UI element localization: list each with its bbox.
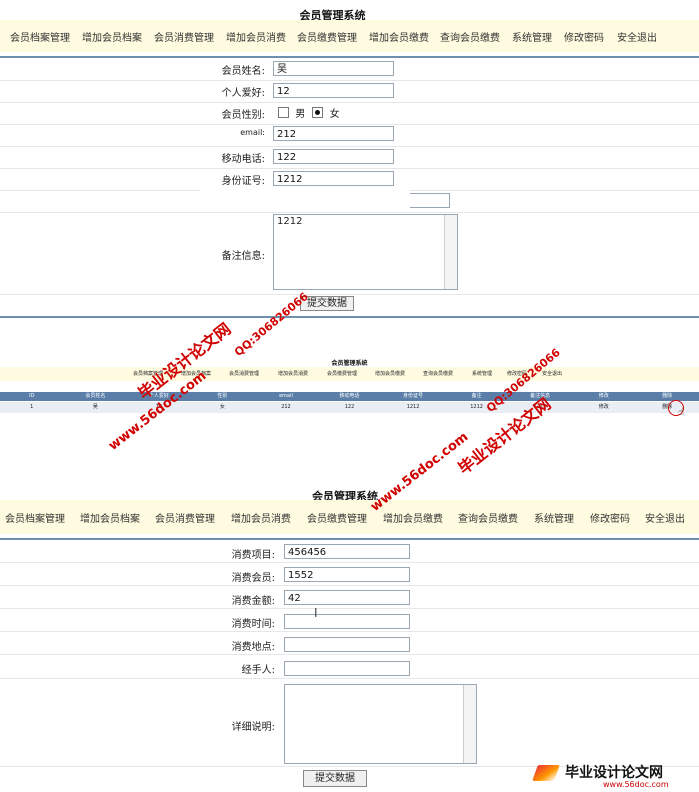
hobby-input[interactable]: 12 <box>273 83 394 98</box>
gender-options: 男 女 <box>278 105 340 120</box>
nav-item-consumption-mgmt[interactable]: 会员消费管理 <box>229 370 259 377</box>
list-page-title: 会员管理系统 <box>331 360 368 367</box>
handler-label: 经手人: <box>241 665 275 676</box>
cell-gender: 女 <box>219 404 225 410</box>
nav-item-consumption-mgmt[interactable]: 会员消费管理 <box>154 29 214 44</box>
remark-textarea[interactable]: 1212 <box>273 214 458 290</box>
nav-item-add-fee[interactable]: 增加会员缴费 <box>383 510 443 525</box>
nav-item-system[interactable]: 系统管理 <box>472 370 492 377</box>
location-input[interactable] <box>284 637 410 652</box>
cell-id: 1 <box>30 404 34 410</box>
hobby-label: 个人爱好: <box>221 88 265 99</box>
cell-id-card: 1212 <box>406 404 420 410</box>
nav-item-change-password[interactable]: 修改密码 <box>564 29 604 44</box>
email-input[interactable]: 212 <box>273 126 394 141</box>
amount-input[interactable]: 42 <box>284 590 410 605</box>
gender-label: 会员性别: <box>221 110 265 121</box>
table-row: 1 吴 12 女 212 122 1212 1212 1212 修改 删除 <box>0 402 699 413</box>
col-mobile: 移动电话 <box>339 393 360 399</box>
mouse-cursor-icon: ☝ <box>678 407 685 418</box>
footer-site-url: www.56doc.com <box>603 780 669 789</box>
watermark-qq: QQ:306826066 <box>232 289 311 359</box>
col-name: 会员姓名 <box>85 393 106 399</box>
time-input[interactable] <box>284 614 410 629</box>
nav-item-add-member[interactable]: 增加会员档案 <box>82 29 142 44</box>
cover-patch <box>200 190 410 212</box>
col-delete: 删除 <box>662 393 673 399</box>
nav-item-member-records[interactable]: 会员档案管理 <box>10 29 70 44</box>
time-label: 消费时间: <box>231 619 275 630</box>
nav-item-add-consumption[interactable]: 增加会员消费 <box>231 510 291 525</box>
nav-item-add-consumption[interactable]: 增加会员消费 <box>278 370 308 377</box>
pen-icon <box>532 765 560 781</box>
cell-email: 212 <box>281 404 291 410</box>
nav-item-fee-mgmt[interactable]: 会员缴费管理 <box>297 29 357 44</box>
id-card-input[interactable]: 1212 <box>273 171 394 186</box>
nav-item-system[interactable]: 系统管理 <box>512 29 552 44</box>
nav-item-add-consumption[interactable]: 增加会员消费 <box>226 29 286 44</box>
remark-label: 备注信息: <box>221 251 265 262</box>
gender-male-label: 男 <box>295 109 306 120</box>
scrollbar[interactable] <box>463 685 476 763</box>
detail-textarea[interactable] <box>284 684 477 764</box>
name-label: 会员姓名: <box>221 66 265 77</box>
divider <box>0 316 699 318</box>
nav-item-fee-mgmt[interactable]: 会员缴费管理 <box>307 510 367 525</box>
nav-bar: 会员档案管理 增加会员档案 会员消费管理 增加会员消费 会员缴费管理 增加会员缴… <box>0 20 699 52</box>
form-row <box>0 102 699 125</box>
nav-item-logout[interactable]: 安全退出 <box>645 510 685 525</box>
member-label: 消费会员: <box>231 573 275 584</box>
item-label: 消费项目: <box>231 550 275 561</box>
cell-name: 吴 <box>92 404 98 410</box>
nav-item-add-fee[interactable]: 增加会员缴费 <box>369 29 429 44</box>
id-card-label: 身份证号: <box>221 176 265 187</box>
mobile-label: 移动电话: <box>221 154 265 165</box>
nav-item-fee-mgmt[interactable]: 会员缴费管理 <box>327 370 357 377</box>
scrollbar[interactable] <box>444 215 457 289</box>
email-label: email: <box>240 128 265 137</box>
name-input[interactable]: 吴 <box>273 61 394 76</box>
nav-item-change-password[interactable]: 修改密码 <box>590 510 630 525</box>
item-input[interactable]: 456456 <box>284 544 410 559</box>
nav-item-member-records[interactable]: 会员档案管理 <box>5 510 65 525</box>
table-header: ID 会员姓名 个人爱好 性别 email 移动电话 身份证号 备注 备注信息 … <box>0 392 699 401</box>
location-label: 消费地点: <box>231 642 275 653</box>
remark-text: 1212 <box>277 216 303 227</box>
gender-female-label: 女 <box>329 109 340 120</box>
footer-site-name: 毕业设计论文网 <box>565 765 663 781</box>
edit-link[interactable]: 修改 <box>572 402 636 413</box>
gender-male-radio[interactable] <box>278 107 289 118</box>
col-id-card: 身份证号 <box>403 393 424 399</box>
consumption-nav-bar: 会员档案管理 增加会员档案 会员消费管理 增加会员消费 会员缴费管理 增加会员缴… <box>0 500 699 534</box>
footer-logo: 毕业设计论文网 www.56doc.com <box>531 760 699 792</box>
nav-item-consumption-mgmt[interactable]: 会员消费管理 <box>155 510 215 525</box>
col-id: ID <box>29 393 35 399</box>
text-cursor-icon: I <box>314 606 318 620</box>
col-gender: 性别 <box>217 393 228 399</box>
detail-label: 详细说明: <box>231 722 275 733</box>
nav-item-add-member[interactable]: 增加会员档案 <box>80 510 140 525</box>
submit-button[interactable]: 提交数据 <box>303 770 367 787</box>
gender-female-radio[interactable] <box>312 107 324 118</box>
nav-item-add-fee[interactable]: 增加会员缴费 <box>375 370 405 377</box>
member-input[interactable]: 1552 <box>284 567 410 582</box>
nav-item-query-fee[interactable]: 查询会员缴费 <box>440 29 500 44</box>
nav-item-system[interactable]: 系统管理 <box>534 510 574 525</box>
cell-mobile: 122 <box>344 404 355 410</box>
list-nav-bar: 会员档案管理 增加会员档案 会员消费管理 增加会员消费 会员缴费管理 增加会员缴… <box>0 367 699 381</box>
handler-input[interactable] <box>284 661 410 676</box>
nav-item-logout[interactable]: 安全退出 <box>617 29 657 44</box>
nav-item-logout[interactable]: 安全退出 <box>542 370 562 377</box>
nav-item-query-fee[interactable]: 查询会员缴费 <box>423 370 453 377</box>
mobile-input[interactable]: 122 <box>273 149 394 164</box>
col-email: email <box>279 393 293 399</box>
amount-label: 消费金额: <box>231 596 275 607</box>
nav-item-query-fee[interactable]: 查询会员缴费 <box>458 510 518 525</box>
col-edit: 修改 <box>598 393 609 399</box>
